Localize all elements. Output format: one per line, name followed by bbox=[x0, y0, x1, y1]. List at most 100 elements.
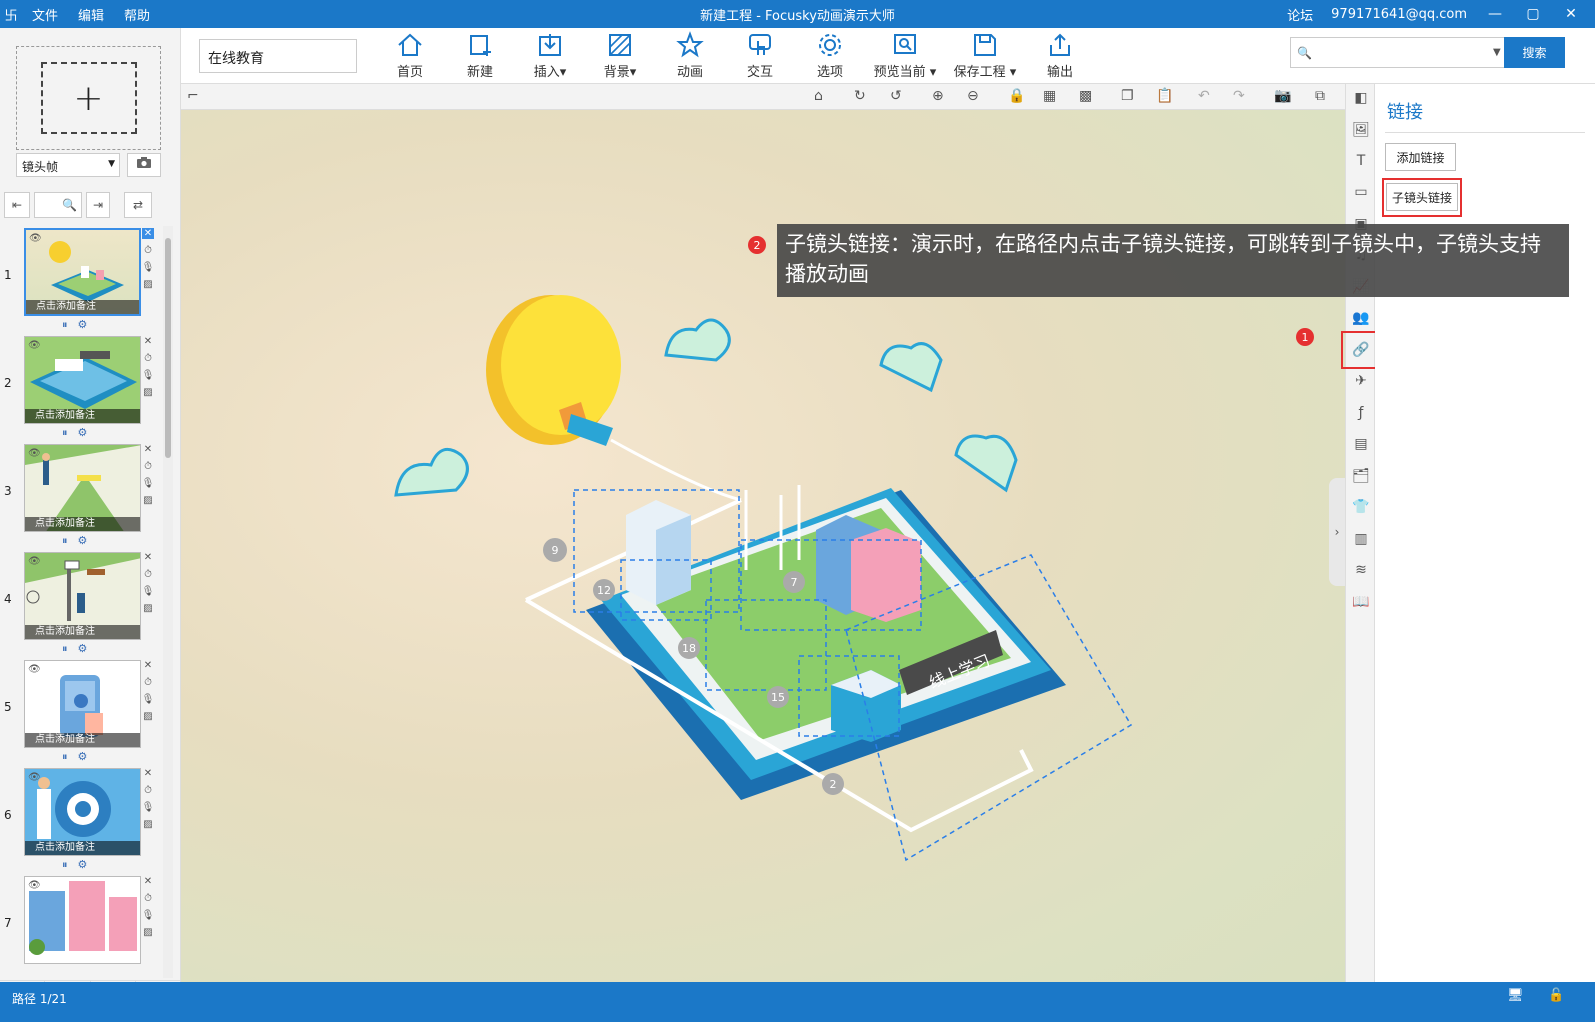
zoom-in-icon[interactable]: ⊕ bbox=[932, 88, 944, 104]
forum-link[interactable]: 论坛 bbox=[1287, 5, 1313, 24]
slide-thumbnail[interactable]: 👁 bbox=[24, 876, 141, 964]
gear-icon[interactable]: ⚙ bbox=[78, 642, 88, 656]
slide-note[interactable]: 点击添加备注 bbox=[25, 733, 140, 747]
rotate-left-icon[interactable]: ↺ bbox=[890, 88, 902, 104]
menu-file[interactable]: 文件 bbox=[22, 5, 68, 24]
scrollbar-thumb[interactable] bbox=[165, 238, 171, 458]
interaction-button[interactable]: 交互 bbox=[725, 31, 795, 80]
slide-note[interactable]: 点击添加备注 bbox=[25, 409, 140, 423]
export-button[interactable]: 输出 bbox=[1025, 31, 1095, 80]
layers-icon[interactable]: ≋ bbox=[1351, 560, 1371, 580]
flash-icon[interactable]: ƒ bbox=[1351, 403, 1371, 423]
slide-thumbnail[interactable]: 👁 点击添加备注 bbox=[24, 228, 141, 316]
delete-icon[interactable]: ✕ bbox=[144, 552, 152, 563]
home-button[interactable]: 首页 bbox=[375, 31, 445, 80]
slide-item[interactable]: 4 👁 点击添加备注 ✕ ⏱ 🎙 ▨ ⏸ ⚙ bbox=[0, 550, 165, 658]
eye-icon[interactable]: 👁 bbox=[28, 772, 41, 783]
eye-icon[interactable]: 👁 bbox=[28, 556, 41, 567]
timer-icon[interactable]: ⏱ bbox=[144, 677, 152, 688]
background-icon[interactable]: ▨ bbox=[143, 387, 152, 398]
monitor-icon[interactable]: 🖥 bbox=[1507, 988, 1524, 1003]
camera-icon[interactable] bbox=[127, 153, 161, 177]
eye-icon[interactable]: 👁 bbox=[28, 448, 41, 459]
mic-icon[interactable]: 🎙 bbox=[142, 478, 155, 489]
slide-thumbnail[interactable]: 👁 点击添加备注 bbox=[24, 660, 141, 748]
slide-item[interactable]: 5 👁 点击添加备注 ✕ ⏱ 🎙 ▨ ⏸ ⚙ bbox=[0, 658, 165, 766]
window-icon[interactable]: ⧉ bbox=[1315, 88, 1325, 104]
gallery-icon[interactable]: 🗂 bbox=[1351, 466, 1371, 486]
pause-icon[interactable]: ⏸ bbox=[62, 426, 68, 440]
background-icon[interactable]: ▨ bbox=[143, 927, 152, 938]
slide-thumbnail[interactable]: 👁 点击添加备注 bbox=[24, 768, 141, 856]
collapse-panel-button[interactable]: › bbox=[1329, 478, 1345, 586]
background-icon[interactable]: ▨ bbox=[143, 819, 152, 830]
gear-icon[interactable]: ⚙ bbox=[78, 318, 88, 332]
speech-bubble-icon[interactable]: ▭ bbox=[1351, 182, 1371, 202]
undo-icon[interactable]: ↶ bbox=[1198, 88, 1210, 104]
slide-item[interactable]: 6 👁 点击添加备注 ✕ ⏱ 🎙 ▨ ⏸ ⚙ bbox=[0, 766, 165, 874]
timer-icon[interactable]: ⏱ bbox=[144, 569, 152, 580]
options-button[interactable]: 选项 bbox=[795, 31, 865, 80]
zoom-search-icon[interactable]: 🔍 bbox=[34, 192, 82, 218]
timer-icon[interactable]: ⏱ bbox=[144, 785, 152, 796]
menu-help[interactable]: 帮助 bbox=[114, 5, 160, 24]
new-button[interactable]: 新建 bbox=[445, 31, 515, 80]
people-icon[interactable]: 👥 bbox=[1351, 308, 1371, 328]
add-frame-button[interactable]: + bbox=[16, 46, 161, 150]
gear-icon[interactable]: ⚙ bbox=[78, 534, 88, 548]
preview-button[interactable]: 预览当前 ▾ bbox=[865, 31, 945, 80]
delete-icon[interactable]: ✕ bbox=[144, 444, 152, 455]
last-frame-icon[interactable]: ⇥ bbox=[86, 192, 110, 218]
home-view-icon[interactable]: ⌂ bbox=[814, 88, 823, 104]
animation-button[interactable]: 动画 bbox=[655, 31, 725, 80]
pause-icon[interactable]: ⏸ bbox=[62, 318, 68, 332]
eye-icon[interactable]: 👁 bbox=[29, 233, 42, 244]
background-icon[interactable]: ▨ bbox=[143, 495, 152, 506]
add-link-button[interactable]: 添加链接 bbox=[1385, 143, 1456, 171]
background-icon[interactable]: ▨ bbox=[143, 603, 152, 614]
mic-icon[interactable]: 🎙 bbox=[142, 370, 155, 381]
first-frame-icon[interactable]: ⇤ bbox=[4, 192, 30, 218]
slide-thumbnail[interactable]: 👁 点击添加备注 bbox=[24, 552, 141, 640]
timer-icon[interactable]: ⏱ bbox=[144, 893, 152, 904]
pause-icon[interactable]: ⏸ bbox=[62, 534, 68, 548]
maximize-button[interactable]: ▢ bbox=[1523, 6, 1543, 22]
timer-icon[interactable]: ⏱ bbox=[144, 245, 152, 256]
mic-icon[interactable]: 🎙 bbox=[142, 802, 155, 813]
mic-icon[interactable]: 🎙 bbox=[142, 910, 155, 921]
delete-icon[interactable]: ✕ bbox=[144, 768, 152, 779]
minimize-button[interactable]: — bbox=[1485, 6, 1505, 22]
sub-camera-link-button[interactable]: 子镜头链接 bbox=[1386, 183, 1458, 211]
search-button[interactable]: 搜索 bbox=[1504, 37, 1565, 68]
shirt-icon[interactable]: 👕 bbox=[1351, 497, 1371, 517]
project-name-input[interactable]: 在线教育 bbox=[199, 38, 357, 73]
paste-icon[interactable]: 📋 bbox=[1156, 88, 1173, 104]
mic-icon[interactable]: 🎙 bbox=[142, 694, 155, 705]
frame-type-select[interactable]: 镜头帧 ▼ bbox=[16, 153, 120, 177]
timer-icon[interactable]: ⏱ bbox=[144, 353, 152, 364]
gear-icon[interactable]: ⚙ bbox=[78, 750, 88, 764]
book-icon[interactable]: 📖 bbox=[1351, 592, 1371, 612]
slide-note[interactable]: 点击添加备注 bbox=[25, 517, 140, 531]
delete-icon[interactable]: ✕ bbox=[144, 660, 152, 671]
eye-icon[interactable]: 👁 bbox=[28, 664, 41, 675]
delete-icon[interactable]: ✕ bbox=[144, 876, 152, 887]
slide-note[interactable]: 点击添加备注 bbox=[25, 841, 140, 855]
background-button[interactable]: 背景▾ bbox=[585, 31, 655, 80]
slide-scrollbar[interactable] bbox=[163, 226, 173, 978]
delete-icon[interactable]: ✕ bbox=[144, 336, 152, 347]
menu-edit[interactable]: 编辑 bbox=[68, 5, 114, 24]
redo-icon[interactable]: ↷ bbox=[1233, 88, 1245, 104]
timer-icon[interactable]: ⏱ bbox=[144, 461, 152, 472]
shape-icon[interactable]: ◧ bbox=[1351, 88, 1371, 108]
mic-icon[interactable]: 🎙 bbox=[142, 262, 155, 273]
zoom-out-icon[interactable]: ⊖ bbox=[967, 88, 979, 104]
screenshot-icon[interactable]: 📷 bbox=[1274, 88, 1291, 104]
slide-note[interactable]: 点击添加备注 bbox=[26, 300, 139, 314]
slide-item[interactable]: 1 👁 点击添加备注 ✕ ⏱ 🎙 ▨ ⏸ ⚙ bbox=[0, 226, 165, 334]
layout-icon[interactable]: ▥ bbox=[1351, 529, 1371, 549]
lock-icon[interactable]: 🔒 bbox=[1008, 88, 1025, 104]
slide-note[interactable]: 点击添加备注 bbox=[25, 625, 140, 639]
background-icon[interactable]: ▨ bbox=[143, 711, 152, 722]
mic-icon[interactable]: 🎙 bbox=[142, 586, 155, 597]
